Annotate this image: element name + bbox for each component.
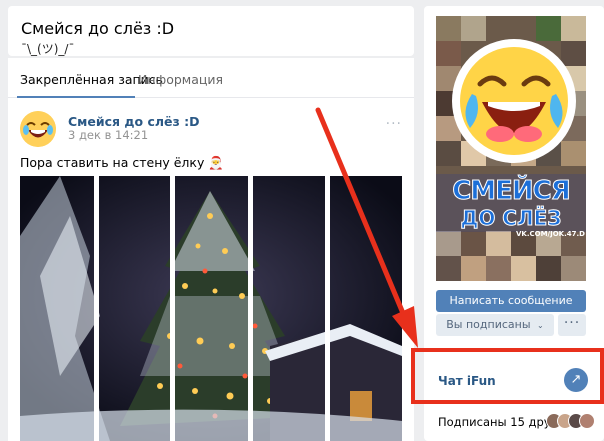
tab-information[interactable]: Информация [138, 72, 223, 87]
subscribed-label: Вы подписаны [446, 318, 531, 331]
post-date[interactable]: 3 дек в 14:21 [68, 128, 148, 142]
group-header: Смейся до слёз :D ¯\_(ツ)_/¯ [8, 6, 414, 56]
chevron-down-icon: ⌄ [537, 321, 544, 330]
post-text: Пора ставить на стену ёлку 🎅 [20, 155, 224, 170]
group-cover-image[interactable]: СМЕЙСЯ ДО СЛЁЗ VK.COM/JOK.47.D [436, 16, 586, 281]
chat-label: Чат iFun [438, 374, 496, 388]
subscribed-dropdown[interactable]: Вы подписаны ⌄ [436, 314, 554, 336]
group-status: ¯\_(ツ)_/¯ [21, 42, 75, 56]
post-image-christmas-tree[interactable] [20, 176, 402, 441]
main-column: Смейся до слёз :D ¯\_(ツ)_/¯ Закреплённая… [0, 0, 414, 441]
post: Смейся до слёз :D 3 дек в 14:21 ··· Пора… [8, 98, 414, 441]
cover-logo-line1: СМЕЙСЯ [452, 176, 572, 207]
write-message-button[interactable]: Написать сообщение [436, 290, 586, 312]
more-actions-button[interactable]: ··· [558, 314, 586, 336]
cover-logo-line2: ДО СЛЁЗ [460, 206, 562, 231]
group-title: Смейся до слёз :D [21, 19, 175, 38]
tabs-bar: Закреплённая запись Информация [8, 58, 414, 98]
chat-link[interactable]: Чат iFun ↗ [424, 356, 604, 404]
post-author-link[interactable]: Смейся до слёз :D [68, 114, 199, 129]
arrow-up-right-icon: ↗ [564, 368, 588, 392]
friend-avatar [579, 413, 595, 429]
cover-logo-url: VK.COM/JOK.47.D [516, 230, 585, 238]
post-avatar[interactable] [20, 111, 56, 147]
subscribed-friends[interactable]: Подписаны 15 друзей [424, 406, 604, 436]
post-more-button[interactable]: ··· [386, 116, 402, 132]
sidebar: СМЕЙСЯ ДО СЛЁЗ VK.COM/JOK.47.D Написать … [424, 6, 604, 441]
